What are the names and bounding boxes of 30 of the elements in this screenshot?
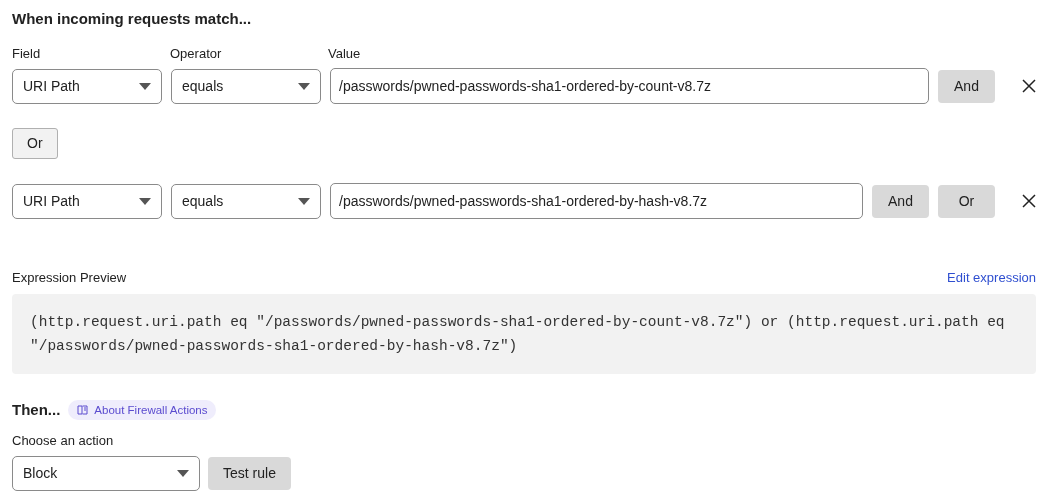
dropdown[interactable]: Block	[12, 456, 200, 491]
dropdown[interactable]: equals	[171, 68, 321, 104]
caret-icon	[139, 82, 151, 90]
value-field[interactable]: /passwords/pwned-passwords-sha1-ordered-by-hash-v8.7z	[330, 183, 863, 219]
dropdown[interactable]: URI Path	[12, 68, 162, 104]
dropdown[interactable]: URI Path	[12, 183, 162, 219]
column-label: Value	[328, 45, 362, 62]
dropdown[interactable]: equals	[171, 183, 321, 219]
then-heading: Then...	[12, 400, 61, 420]
edit-expression-link[interactable]: Edit expression	[947, 267, 1036, 287]
caret-icon	[298, 197, 310, 205]
close-icon[interactable]	[1022, 79, 1036, 93]
test-rule-button[interactable]: Test rule	[208, 457, 291, 490]
expression-preview: (http.request.uri.path eq "/passwords/pwned-passwords-sha1-ordered-by-count-v8.7z") or (http.request.uri.path eq "/passwords/pwned-passwords-sha1-ordered-by-hash-v8.7z")	[12, 294, 1036, 374]
column-label: Operator	[170, 45, 223, 62]
or-button[interactable]: Or	[12, 128, 58, 159]
section-heading: When incoming requests match...	[12, 9, 253, 29]
value-field[interactable]: /passwords/pwned-passwords-sha1-ordered-by-count-v8.7z	[330, 68, 929, 104]
logic-button[interactable]: And	[872, 184, 929, 218]
caret-icon	[177, 470, 189, 477]
logic-button[interactable]: And	[938, 69, 995, 103]
action-label: Choose an action	[12, 431, 115, 450]
help-link[interactable]: About Firewall Actions	[68, 400, 217, 421]
logic-button[interactable]: Or	[938, 184, 995, 218]
caret-icon	[139, 197, 151, 205]
expression-label: Expression Preview	[12, 268, 127, 287]
column-label: Field	[12, 45, 42, 62]
close-icon[interactable]	[1022, 194, 1036, 208]
caret-icon	[298, 82, 310, 90]
book-icon	[77, 405, 89, 416]
